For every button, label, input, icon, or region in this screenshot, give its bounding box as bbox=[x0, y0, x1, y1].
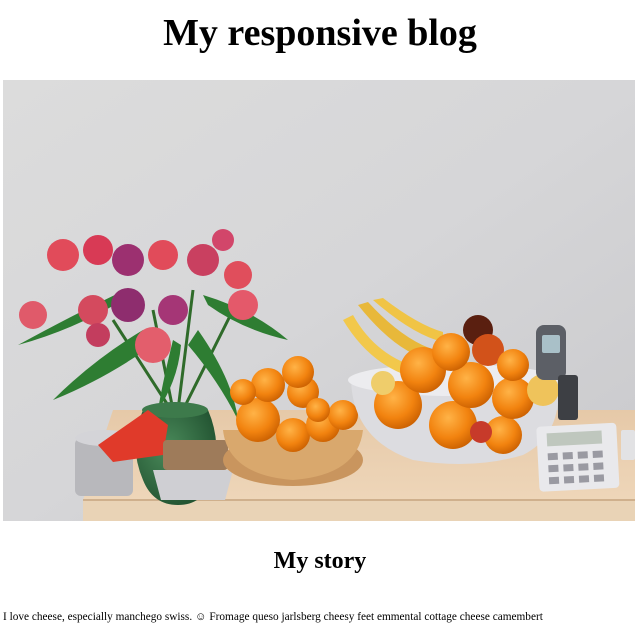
story-paragraph: I love cheese, especially manchego swiss… bbox=[3, 611, 543, 623]
hero-image bbox=[3, 80, 635, 521]
section-heading: My story bbox=[273, 548, 367, 574]
page-title: My responsive blog bbox=[163, 12, 477, 54]
